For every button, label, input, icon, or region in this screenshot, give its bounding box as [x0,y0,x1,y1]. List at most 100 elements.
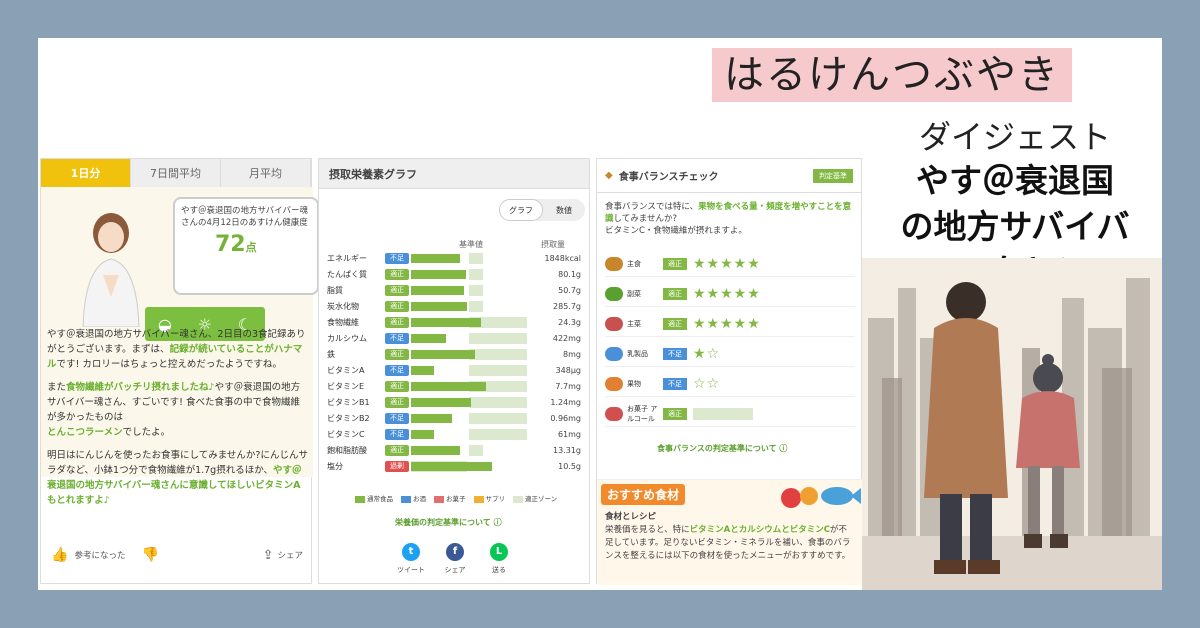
legend-swatch [401,495,411,503]
help-icon[interactable]: ⓘ [779,444,787,453]
nutrient-row: 鉄 適正 8mg [327,347,583,361]
help-icon[interactable]: ⓘ [494,518,502,527]
recommended-title: おすすめ食材 [601,484,686,505]
nutrient-value: 10.5g [558,461,581,471]
balance-row: お菓子 アルコール 適正 [605,401,855,427]
nutrient-name: エネルギー [327,253,367,263]
share-icon[interactable]: ⇪ [263,548,274,563]
nutrient-row: ビタミンA 不足 348μg [327,363,583,377]
legend-label: お菓子 [446,495,466,503]
intro-post: してみませんか? ビタミンC・食物繊維が摂れますよ。 [605,214,747,236]
advice-paragraph: 明日はにんじんを使ったお食事にしてみませんか?にんじんサラダなど、小鉢1つ分で食… [47,448,309,508]
nutrient-bar [411,429,435,439]
toggle-number[interactable]: 数値 [543,199,585,221]
tab-week[interactable]: 7日間平均 [131,159,221,187]
legend-label: お酒 [413,495,426,503]
criteria-link-text[interactable]: 栄養価の判定基準について [395,518,491,527]
recommended-text: 栄養価を見ると、特にビタミンAとカルシウムとビタミンCが不足しています。足りない… [605,524,855,563]
food-group-name: 副菜 [627,289,641,298]
tab-day[interactable]: 1日分 [41,159,131,187]
nutrient-name: 脂質 [327,285,343,295]
food-group-icon [605,376,623,391]
balance-link-text[interactable]: 食事バランスの判定基準について [657,444,777,453]
nutrient-zone [469,348,527,360]
criteria-link[interactable]: 栄養価の判定基準について ⓘ [395,517,502,528]
balance-row: 主食 適正 ★★★★★ [605,251,855,277]
nutrient-zone [469,412,527,424]
nutrient-status: 不足 [385,428,409,440]
share-label[interactable]: シェア [445,566,466,574]
line-icon[interactable]: L [490,543,508,561]
nutrient-track [411,364,527,376]
twitter-button[interactable]: t ツイート [391,543,431,575]
nutrient-value: 0.96mg [550,413,581,423]
rating-stars: ★★★★★ [693,315,761,332]
nutrient-value: 80.1g [558,269,581,279]
nutrient-zone [469,300,483,312]
rating-bar [693,407,753,420]
col-intake: 摂取量 [541,240,565,249]
nutrient-row: 炭水化物 適正 285.7g [327,299,583,313]
criteria-badge[interactable]: 判定基準 [813,169,853,183]
share-label[interactable]: 送る [492,566,506,574]
share-label[interactable]: シェア [277,549,303,561]
rating-stars: ☆☆ [693,375,721,392]
nutrient-bar [411,269,466,279]
health-score: 72点 [215,234,257,256]
tab-month[interactable]: 月平均 [221,159,311,187]
nutrient-row: エネルギー 不足 1848kcal [327,251,583,265]
nutrient-status: 適正 [385,380,409,392]
facebook-button[interactable]: f シェア [435,543,475,575]
rating-stars: ★☆ [693,345,721,362]
nutrient-zone [469,444,483,456]
share-label[interactable]: ツイート [397,566,425,574]
nutrient-name: ビタミンA [327,365,365,375]
panel-title: 摂取栄養素グラフ [319,159,589,189]
nutrient-track [411,412,527,424]
balance-criteria-link[interactable]: 食事バランスの判定基準について ⓘ [657,443,787,454]
nutrient-name: 飽和脂肪酸 [327,445,367,455]
nutrient-row: ビタミンB1 適正 1.24mg [327,395,583,409]
twitter-icon[interactable]: t [402,543,420,561]
thumbs-down-icon[interactable]: 👎 [141,547,158,563]
bubble-text: やす＠衰退国の地方サバイバー魂さんの4月12日のあすけん健康度 [181,206,308,228]
balance-status: 適正 [663,257,687,270]
toggle-graph[interactable]: グラフ [499,199,543,221]
line-button[interactable]: L 送る [479,543,519,575]
advice-pre: 明日はにんじんを使ったお食事にしてみませんか?にんじんサラダなど、小鉢1つ分で食… [47,450,308,476]
intro-pre: 食事バランスでは特に、 [605,202,699,212]
nutrient-value: 24.3g [558,317,581,327]
facebook-icon[interactable]: f [446,543,464,561]
balance-row: 果物 不足 ☆☆ [605,371,855,397]
balance-row: 主菜 適正 ★★★★★ [605,311,855,337]
recommended-subtitle: 食材とレシピ [605,512,657,522]
rating-stars: ★★★★★ [693,255,761,272]
score-bubble: やす＠衰退国の地方サバイバー魂さんの4月12日のあすけん健康度 72点 [173,197,319,295]
nutrient-track [411,332,527,344]
nutrient-row: 飽和脂肪酸 適正 13.31g [327,443,583,457]
food-group-icon [605,256,623,271]
nutrient-name: ビタミンC [327,429,365,439]
nutrient-track [411,444,527,456]
nutrient-bar [411,365,435,375]
advice-paragraph: また食物繊維がバッチリ摂れましたね♪やす＠衰退国の地方サバイバー魂さん、すごいで… [47,380,309,440]
food-group-name: 果物 [627,379,641,388]
nutrient-row: ビタミンC 不足 61mg [327,427,583,441]
thumbs-up-icon[interactable]: 👍 [51,547,68,563]
nutrient-row: 脂質 適正 50.7g [327,283,583,297]
nutrient-zone [469,268,483,280]
osusume-pre: 栄養価を見ると、特に [605,525,690,535]
nutrient-status: 適正 [385,396,409,408]
nutrient-track [411,316,527,328]
nutrient-value: 348μg [555,365,581,375]
nutrient-status: 不足 [385,364,409,376]
nutrient-row: 塩分 過剰 10.5g [327,459,583,473]
helpful-label[interactable]: 参考になった [74,549,125,561]
nutrient-value: 422mg [552,333,581,343]
nutrient-name: ビタミンB2 [327,413,370,423]
nutrient-track [411,284,527,296]
person-line: やす＠衰退国 [916,161,1114,200]
nutrient-status: 不足 [385,332,409,344]
balance-status: 適正 [663,287,687,300]
score-value: 72 [215,232,246,257]
